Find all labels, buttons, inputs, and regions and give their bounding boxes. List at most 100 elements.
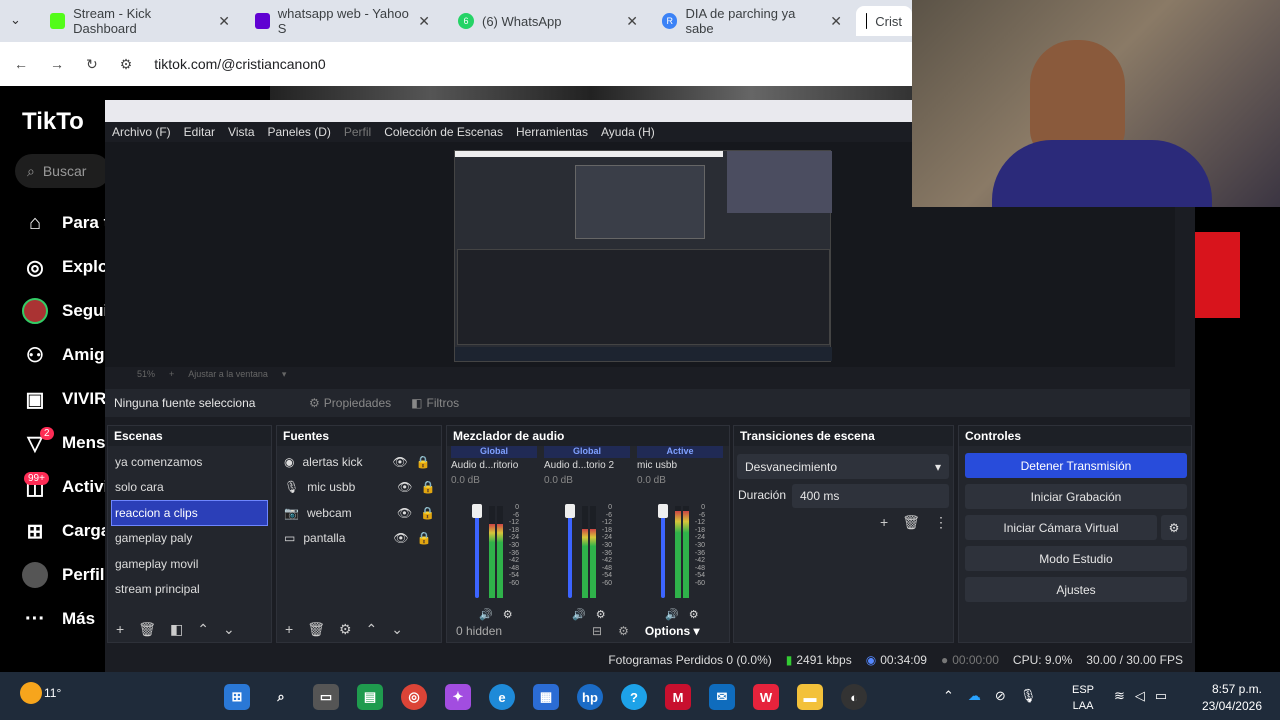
clock[interactable]: 8:57 p.m. 23/04/2026 <box>1196 681 1262 715</box>
tab-whatsapp[interactable]: 6 (6) WhatsApp ✕ <box>448 6 648 36</box>
hp-icon[interactable]: hp <box>577 684 603 710</box>
task-view-icon[interactable]: ▭ <box>313 684 339 710</box>
chevron-down-icon[interactable]: ▾ <box>282 369 287 380</box>
help-icon[interactable]: ? <box>621 684 647 710</box>
eye-icon[interactable]: 👁 <box>397 480 412 494</box>
tiktok-logo[interactable]: TikTo <box>22 108 84 136</box>
obs-preview-canvas[interactable] <box>454 150 832 362</box>
channel-name[interactable]: mic usbb <box>637 460 723 471</box>
scene-item[interactable]: solo cara <box>108 475 271 501</box>
add-icon[interactable]: + <box>116 621 124 638</box>
volume-slider[interactable] <box>565 504 575 598</box>
move-down-icon[interactable]: ⌄ <box>391 621 403 638</box>
menu-editar[interactable]: Editar <box>184 125 215 139</box>
options-button[interactable]: Options ▾ <box>645 624 700 638</box>
obs-icon[interactable]: ◐ <box>841 684 867 710</box>
zoom-fit[interactable]: Ajustar a la ventana <box>188 369 268 379</box>
volume-knob[interactable] <box>658 504 668 518</box>
nav-live[interactable]: ▣ VIVIR <box>22 384 107 414</box>
quick-settings[interactable]: ≋ ◁ ▭ <box>1114 688 1167 704</box>
edge-icon[interactable]: e <box>489 684 515 710</box>
add-icon[interactable]: + <box>880 514 888 531</box>
gear-icon[interactable]: ⚙ <box>503 608 513 621</box>
studio-mode-button[interactable]: Modo Estudio <box>965 546 1187 571</box>
nav-mas[interactable]: ··· Más <box>22 604 95 634</box>
menu-perfil[interactable]: Perfil <box>344 125 371 139</box>
menu-vista[interactable]: Vista <box>228 125 254 139</box>
hidden-icon[interactable]: ⊘ <box>995 688 1006 704</box>
chrome-icon[interactable]: ◎ <box>401 684 427 710</box>
volume-icon[interactable]: 🔊 <box>479 608 493 621</box>
scene-item[interactable]: gameplay movil <box>108 551 271 577</box>
copilot-icon[interactable]: ✦ <box>445 684 471 710</box>
nav-siguiendo[interactable]: Segui <box>22 296 108 326</box>
volume-knob[interactable] <box>472 504 482 518</box>
file-explorer-icon[interactable]: ▬ <box>797 684 823 710</box>
gear-icon[interactable]: ⚙ <box>596 608 606 621</box>
lock-icon[interactable]: 🔒 <box>420 506 435 520</box>
close-icon[interactable]: ✕ <box>418 13 430 30</box>
wps-icon[interactable]: W <box>753 684 779 710</box>
trash-icon[interactable]: 🗑 <box>902 514 920 531</box>
volume-icon[interactable]: 🔊 <box>665 608 679 621</box>
move-up-icon[interactable]: ⌃ <box>366 621 378 638</box>
menu-ayuda[interactable]: Ayuda (H) <box>601 125 655 139</box>
volume-knob[interactable] <box>565 504 575 518</box>
mcafee-icon[interactable]: M <box>665 684 691 710</box>
nav-para-ti[interactable]: ⌂ Para t <box>22 208 109 238</box>
app-icon[interactable]: ▤ <box>357 684 383 710</box>
tab-tiktok-active[interactable]: Crist <box>856 6 912 36</box>
chevron-up-icon[interactable]: ⌃ <box>943 688 954 704</box>
move-up-icon[interactable]: ⌃ <box>197 621 209 638</box>
stop-stream-button[interactable]: Detener Transmisión <box>965 453 1187 478</box>
channel-name[interactable]: Audio d...ritorio <box>451 460 537 471</box>
source-item[interactable]: 📷 webcam 👁 🔒 <box>277 500 441 526</box>
eye-icon[interactable]: 👁 <box>397 506 412 520</box>
eye-icon[interactable]: 👁 <box>393 531 408 545</box>
settings-button[interactable]: Ajustes <box>965 577 1187 602</box>
search-icon[interactable]: ⌕ <box>268 684 294 710</box>
menu-herramientas[interactable]: Herramientas <box>516 125 588 139</box>
start-recording-button[interactable]: Iniciar Grabación <box>965 484 1187 509</box>
url-field[interactable]: tiktok.com/@cristiancanon0 <box>154 56 325 72</box>
onedrive-icon[interactable]: ☁ <box>968 688 981 704</box>
site-info-icon[interactable]: ⚙ <box>120 56 133 73</box>
volume-icon[interactable]: 🔊 <box>572 608 586 621</box>
scene-item[interactable]: gameplay paly <box>108 526 271 552</box>
close-icon[interactable]: ✕ <box>626 13 638 30</box>
virtual-camera-settings-button[interactable]: ⚙ <box>1161 515 1187 540</box>
trash-icon[interactable]: 🗑 <box>138 621 156 638</box>
volume-slider[interactable] <box>472 504 482 598</box>
weather-widget[interactable]: 11° <box>20 682 61 704</box>
tab-yahoo[interactable]: whatsapp web - Yahoo S ✕ <box>245 6 440 36</box>
close-icon[interactable]: ✕ <box>218 13 230 30</box>
mic-icon[interactable]: 🎙 <box>1020 688 1037 704</box>
add-icon[interactable]: + <box>285 621 293 638</box>
store-icon[interactable]: ▦ <box>533 684 559 710</box>
scene-item-selected[interactable]: reaccion a clips <box>111 500 268 526</box>
lock-icon[interactable]: 🔒 <box>420 480 435 494</box>
menu-coleccion[interactable]: Colección de Escenas <box>384 125 503 139</box>
tab-dia-parching[interactable]: R DIA de parching ya sabe ✕ <box>652 6 852 36</box>
nav-amigos[interactable]: ⚇ Amigo <box>22 340 115 370</box>
close-icon[interactable]: ✕ <box>830 13 842 30</box>
transition-select[interactable]: Desvanecimiento ▾ <box>737 454 949 479</box>
nav-mensajes[interactable]: ▽ Mens <box>22 428 105 458</box>
advanced-audio-icon[interactable]: ⚙ <box>618 624 629 638</box>
gear-icon[interactable]: ⚙ <box>339 621 352 638</box>
nav-explorar[interactable]: ◎ Explo <box>22 252 108 282</box>
eye-icon[interactable]: 👁 <box>392 455 407 469</box>
scene-item[interactable]: stream principal <box>108 577 271 603</box>
reload-icon[interactable]: ↻ <box>86 56 98 73</box>
language-indicator[interactable]: ESP LAA <box>1072 682 1094 714</box>
zoom-plus-icon[interactable]: + <box>169 369 174 379</box>
layout-icon[interactable]: ⊟ <box>592 624 602 638</box>
start-virtual-camera-button[interactable]: Iniciar Cámara Virtual <box>965 515 1157 540</box>
filters-button[interactable]: ◧ Filtros <box>411 396 459 410</box>
gear-icon[interactable]: ⚙ <box>689 608 699 621</box>
channel-name[interactable]: Audio d...torio 2 <box>544 460 630 471</box>
tiktok-search[interactable]: ⌕ Buscar <box>15 154 110 188</box>
volume-slider[interactable] <box>658 504 668 598</box>
trash-icon[interactable]: 🗑 <box>307 621 325 638</box>
lock-icon[interactable]: 🔒 <box>416 455 431 469</box>
